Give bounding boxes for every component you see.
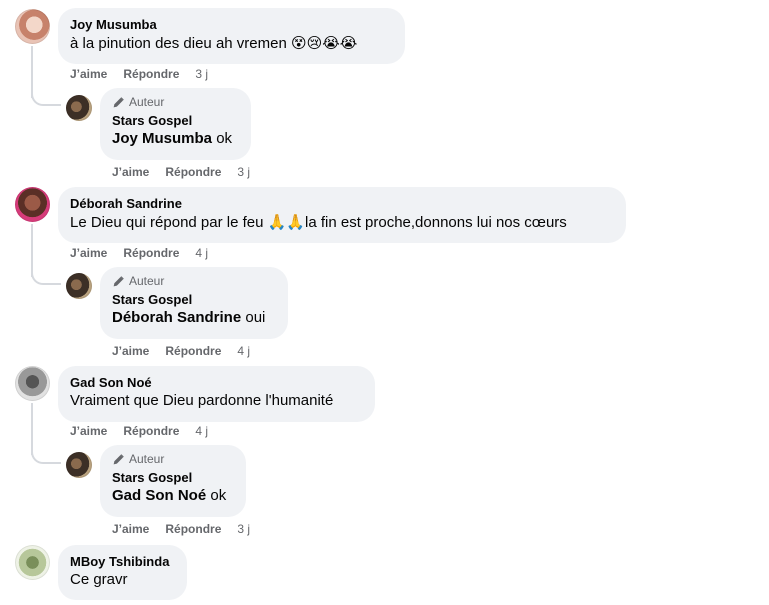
mention-link[interactable]: Joy Musumba bbox=[112, 130, 212, 147]
comment-bubble: MBoy Tshibinda Ce gravr bbox=[58, 545, 187, 600]
like-button[interactable]: J’aime bbox=[112, 165, 149, 179]
reply-bubble: Auteur Stars Gospel Gad Son Noé ok bbox=[100, 445, 246, 517]
reply-button[interactable]: Répondre bbox=[123, 67, 179, 81]
comment-text-body: à la pinution des dieu ah vremen bbox=[70, 35, 287, 52]
comment-text: Vraiment que Dieu pardonne l'humanité bbox=[70, 392, 334, 409]
comment-author[interactable]: MBoy Tshibinda bbox=[70, 553, 175, 570]
like-button[interactable]: J’aime bbox=[70, 424, 107, 438]
like-button[interactable]: J’aime bbox=[70, 67, 107, 81]
comment-text-before: Le Dieu qui répond par le feu bbox=[70, 214, 268, 231]
pencil-icon bbox=[113, 453, 124, 464]
timestamp[interactable]: 3 j bbox=[195, 67, 208, 81]
thread-curve bbox=[31, 447, 61, 464]
mention-link[interactable]: Gad Son Noé bbox=[112, 487, 206, 504]
comment-author[interactable]: Gad Son Noé bbox=[70, 374, 363, 391]
reply-text: Déborah Sandrine oui bbox=[112, 308, 276, 328]
pencil-icon bbox=[113, 96, 124, 107]
reply-text-body: oui bbox=[241, 309, 266, 326]
like-button[interactable]: J’aime bbox=[70, 246, 107, 260]
author-badge-label: Auteur bbox=[129, 452, 165, 466]
author-badge-label: Auteur bbox=[129, 95, 165, 109]
reply-button[interactable]: Répondre bbox=[165, 165, 221, 179]
avatar[interactable] bbox=[15, 187, 50, 222]
avatar[interactable] bbox=[66, 452, 92, 478]
reply-button[interactable]: Répondre bbox=[165, 522, 221, 536]
comment-bubble: Joy Musumba à la pinution des dieu ah vr… bbox=[58, 8, 405, 64]
reply-text-body: ok bbox=[206, 487, 227, 504]
comment-bubble: Gad Son Noé Vraiment que Dieu pardonne l… bbox=[58, 366, 375, 422]
author-badge: Auteur bbox=[112, 451, 234, 467]
comment-text: à la pinution des dieu ah vremen 😵😢😭😭 bbox=[70, 33, 393, 54]
like-button[interactable]: J’aime bbox=[112, 522, 149, 536]
mention-link[interactable]: Déborah Sandrine bbox=[112, 309, 241, 326]
thread-curve bbox=[31, 90, 61, 106]
reply-button[interactable]: Répondre bbox=[123, 424, 179, 438]
reply-actions: J’aime Répondre 4 j bbox=[112, 344, 250, 358]
emoji-group: 🙏🙏 bbox=[267, 213, 305, 231]
comment-author[interactable]: Joy Musumba bbox=[70, 16, 393, 33]
comment-actions: J’aime Répondre 4 j bbox=[70, 246, 208, 260]
reply-author[interactable]: Stars Gospel bbox=[112, 112, 239, 129]
thread-curve bbox=[31, 268, 61, 285]
like-button[interactable]: J’aime bbox=[112, 344, 149, 358]
reply-actions: J’aime Répondre 3 j bbox=[112, 522, 250, 536]
reply-text-body: ok bbox=[212, 130, 233, 147]
reply-text: Joy Musumba ok bbox=[112, 129, 239, 149]
comment-text-after: la fin est proche,donnons lui nos cœurs bbox=[305, 214, 567, 231]
reply-bubble: Auteur Stars Gospel Joy Musumba ok bbox=[100, 88, 251, 160]
reply-text: Gad Son Noé ok bbox=[112, 486, 234, 506]
comment-text: Le Dieu qui répond par le feu 🙏🙏la fin e… bbox=[70, 212, 614, 233]
comment-author[interactable]: Déborah Sandrine bbox=[70, 195, 614, 212]
reply-actions: J’aime Répondre 3 j bbox=[112, 165, 250, 179]
timestamp[interactable]: 3 j bbox=[237, 165, 250, 179]
reply-bubble: Auteur Stars Gospel Déborah Sandrine oui bbox=[100, 267, 288, 339]
author-badge: Auteur bbox=[112, 273, 276, 289]
author-badge-label: Auteur bbox=[129, 274, 165, 288]
author-badge: Auteur bbox=[112, 94, 239, 110]
comment-actions: J’aime Répondre 3 j bbox=[70, 67, 208, 81]
timestamp[interactable]: 4 j bbox=[195, 246, 208, 260]
comment-bubble: Déborah Sandrine Le Dieu qui répond par … bbox=[58, 187, 626, 243]
timestamp[interactable]: 4 j bbox=[237, 344, 250, 358]
timestamp[interactable]: 4 j bbox=[195, 424, 208, 438]
avatar[interactable] bbox=[66, 95, 92, 121]
comment-actions: J’aime Répondre 4 j bbox=[70, 424, 208, 438]
avatar[interactable] bbox=[15, 366, 50, 401]
emoji-group: 😵😢😭😭 bbox=[290, 34, 358, 52]
comment-text: Ce gravr bbox=[70, 571, 128, 588]
reply-author[interactable]: Stars Gospel bbox=[112, 291, 276, 308]
avatar[interactable] bbox=[15, 9, 50, 44]
timestamp[interactable]: 3 j bbox=[237, 522, 250, 536]
reply-button[interactable]: Répondre bbox=[165, 344, 221, 358]
pencil-icon bbox=[113, 275, 124, 286]
reply-author[interactable]: Stars Gospel bbox=[112, 469, 234, 486]
reply-button[interactable]: Répondre bbox=[123, 246, 179, 260]
avatar[interactable] bbox=[66, 273, 92, 299]
avatar[interactable] bbox=[15, 545, 50, 580]
